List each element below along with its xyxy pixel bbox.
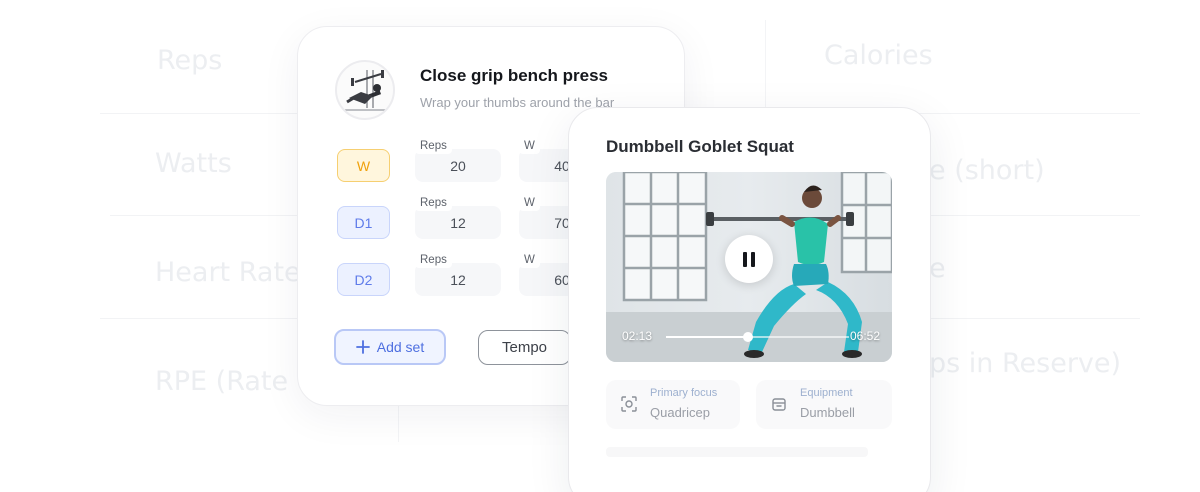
reps-field[interactable]: Reps 12	[415, 196, 501, 239]
faded-placeholder	[606, 447, 868, 457]
add-icon	[355, 340, 370, 354]
pause-icon	[741, 251, 757, 267]
reps-label: Reps	[415, 139, 452, 154]
reps-label: Reps	[415, 196, 452, 211]
reps-value: 12	[450, 215, 466, 231]
bg-label: RPE (Rate o	[155, 366, 314, 397]
video-progress-bar[interactable]	[666, 332, 849, 342]
set-tag-warmup[interactable]: W	[337, 149, 390, 182]
exercise-video[interactable]: 02:13 06:52	[606, 172, 892, 362]
primary-focus-info: Primary focus Quadricep	[606, 380, 740, 429]
weight-label: W	[519, 253, 540, 268]
equipment-icon	[772, 398, 786, 411]
video-title: Dumbbell Goblet Squat	[606, 137, 794, 156]
video-card: Dumbbell Goblet Squat 02:13 06:52 Primar…	[568, 107, 931, 492]
reps-value: 12	[450, 272, 466, 288]
set-tag-drop-2[interactable]: D2	[337, 263, 390, 296]
set-tag-drop-1[interactable]: D1	[337, 206, 390, 239]
exercise-subtitle: Wrap your thumbs around the bar	[420, 95, 615, 110]
exercise-title: Close grip bench press	[420, 66, 608, 85]
weight-label: W	[519, 139, 540, 154]
bench-press-illustration-icon	[335, 60, 395, 120]
bg-label: Reps	[157, 45, 223, 76]
focus-icon	[621, 396, 637, 412]
total-time: 06:52	[849, 329, 880, 343]
bg-label: e	[929, 253, 946, 284]
primary-focus-value: Quadricep	[650, 405, 710, 420]
reps-value: 20	[450, 158, 466, 174]
video-progress-fill	[666, 336, 749, 338]
bg-label: e (short)	[929, 155, 1045, 186]
bg-label: Watts	[155, 148, 232, 179]
bg-label: Heart Rates	[155, 257, 315, 288]
weight-label: W	[519, 196, 540, 211]
tempo-label: Tempo	[501, 339, 548, 356]
current-time: 02:13	[622, 329, 653, 343]
equipment-value: Dumbbell	[800, 405, 855, 420]
reps-label: Reps	[415, 253, 452, 268]
add-set-button[interactable]: Add set	[334, 329, 446, 365]
tempo-button[interactable]: Tempo	[478, 330, 571, 365]
bg-label: ps in Reserve)	[929, 348, 1122, 379]
equipment-label: Equipment	[800, 387, 853, 399]
pause-button[interactable]	[725, 235, 773, 283]
primary-focus-label: Primary focus	[650, 387, 718, 399]
add-set-label: Add set	[376, 339, 425, 355]
reps-field[interactable]: Reps 20	[415, 139, 501, 182]
equipment-info: Equipment Dumbbell	[756, 380, 892, 429]
reps-field[interactable]: Reps 12	[415, 253, 501, 296]
bg-label: Calories	[824, 40, 933, 71]
